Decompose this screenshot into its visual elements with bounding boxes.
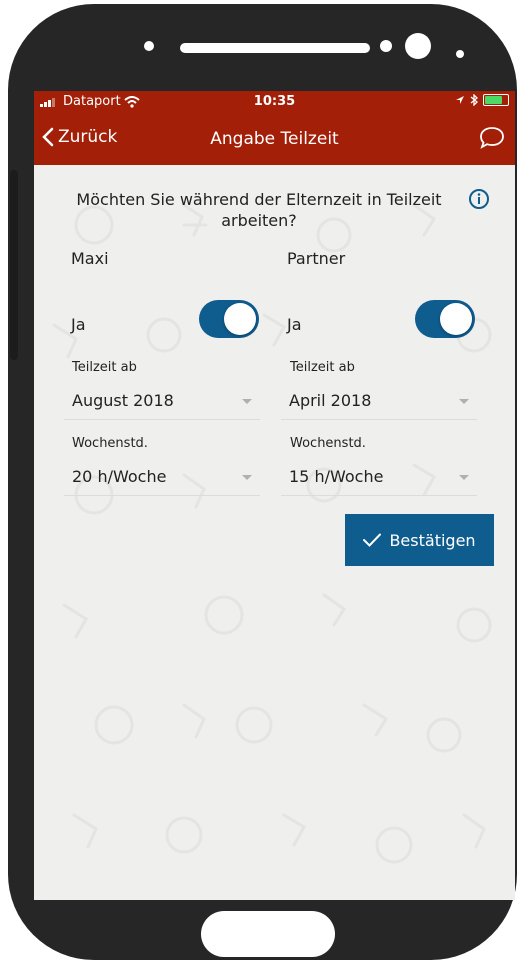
hours-value-partner: 15 h/Woche — [289, 467, 384, 486]
chat-icon[interactable] — [479, 126, 505, 150]
hours-label-maxi: Wochenstd. — [72, 436, 148, 451]
battery-icon — [483, 94, 509, 106]
chevron-down-icon — [242, 399, 252, 404]
toggle-knob — [224, 303, 256, 335]
start-label-maxi: Teilzeit ab — [72, 360, 137, 375]
app-screen: Dataport 10:35 Zurück Angabe Teilzeit Mö… — [34, 91, 515, 900]
navigation-bar: Zurück Angabe Teilzeit — [34, 113, 515, 165]
start-select-maxi[interactable]: August 2018 — [64, 391, 260, 420]
hours-select-maxi[interactable]: 20 h/Woche — [64, 467, 260, 496]
toggle-label-maxi: Ja — [71, 315, 86, 334]
start-value-partner: April 2018 — [289, 391, 372, 410]
front-camera — [456, 50, 464, 58]
side-button — [10, 170, 18, 360]
hours-label-partner: Wochenstd. — [290, 436, 366, 451]
chevron-down-icon — [459, 475, 469, 480]
front-camera — [405, 33, 431, 59]
start-label-partner: Teilzeit ab — [290, 360, 355, 375]
speaker-grille — [180, 43, 370, 53]
home-button[interactable] — [201, 911, 335, 957]
status-time: 10:35 — [253, 94, 296, 109]
hours-value-maxi: 20 h/Woche — [72, 467, 167, 486]
question-text: Möchten Sie während der Elternzeit in Te… — [76, 190, 442, 230]
parent-name-maxi: Maxi — [71, 249, 109, 268]
parttime-toggle-partner[interactable] — [415, 300, 475, 338]
bluetooth-icon — [470, 94, 478, 106]
page-title: Angabe Teilzeit — [210, 129, 339, 149]
hours-select-partner[interactable]: 15 h/Woche — [281, 467, 477, 496]
chevron-down-icon — [242, 475, 252, 480]
status-bar: Dataport 10:35 — [34, 91, 515, 113]
parttime-toggle-maxi[interactable] — [199, 300, 259, 338]
confirm-label: Bestätigen — [389, 530, 476, 550]
info-icon[interactable] — [468, 188, 490, 210]
phone-frame: Dataport 10:35 Zurück Angabe Teilzeit Mö… — [8, 4, 517, 960]
start-select-partner[interactable]: April 2018 — [281, 391, 477, 420]
front-camera — [380, 40, 392, 52]
status-icons — [455, 94, 509, 106]
start-value-maxi: August 2018 — [72, 391, 174, 410]
toggle-label-partner: Ja — [287, 315, 302, 334]
parent-name-partner: Partner — [287, 249, 346, 268]
confirm-button[interactable]: Bestätigen — [345, 514, 494, 566]
toggle-knob — [440, 303, 472, 335]
check-icon — [363, 533, 382, 547]
front-camera — [144, 41, 154, 51]
chevron-down-icon — [459, 399, 469, 404]
location-icon — [456, 96, 464, 104]
